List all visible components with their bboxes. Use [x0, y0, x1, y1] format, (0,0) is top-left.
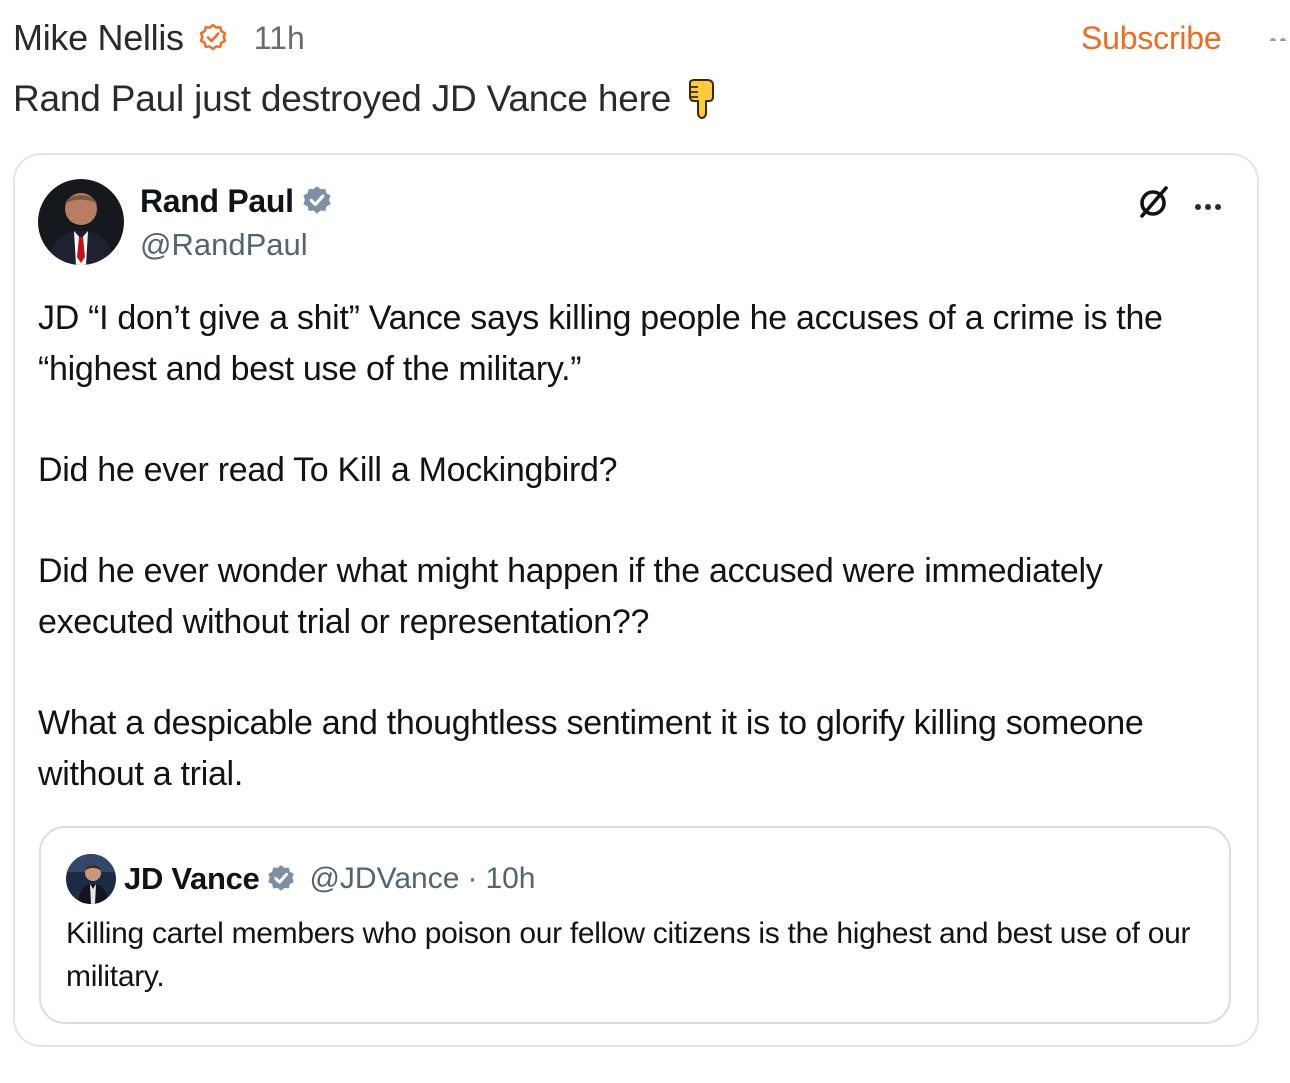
- orange-verified-badge-icon: [198, 23, 228, 53]
- note-body: Rand Paul just destroyed JD Vance here: [13, 74, 719, 124]
- x-logo-icon[interactable]: [1136, 185, 1170, 219]
- tweet-author: Rand Paul: [140, 181, 334, 221]
- more-options-icon[interactable]: [1270, 31, 1290, 41]
- note-header: Mike Nellis 11h: [13, 14, 305, 62]
- note-timestamp[interactable]: 11h: [254, 14, 305, 62]
- tweet-text: JD “I don’t give a shit” Vance says kill…: [38, 293, 1238, 800]
- subscribe-button[interactable]: Subscribe: [1081, 14, 1222, 62]
- tweet-paragraph: JD “I don’t give a shit” Vance says kill…: [38, 299, 1163, 388]
- quoted-author-name[interactable]: JD Vance: [124, 861, 260, 897]
- jd-vance-avatar[interactable]: [66, 854, 116, 904]
- blue-verified-badge-icon: [300, 184, 334, 218]
- quoted-author-handle[interactable]: @JDVance: [309, 862, 459, 896]
- quoted-tweet-text: Killing cartel members who poison our fe…: [66, 917, 1191, 993]
- note-body-text: Rand Paul just destroyed JD Vance here: [13, 78, 672, 119]
- tweet-author-handle[interactable]: @RandPaul: [140, 225, 308, 265]
- note-author-name[interactable]: Mike Nellis: [13, 14, 184, 62]
- quoted-tweet-header: JD Vance @JDVance · 10h: [66, 854, 536, 904]
- tweet-more-icon[interactable]: [1195, 197, 1225, 210]
- tweet-paragraph: What a despicable and thoughtless sentim…: [38, 704, 1144, 793]
- quoted-timestamp[interactable]: 10h: [485, 862, 535, 896]
- pointing-down-emoji-icon: [685, 79, 719, 119]
- quoted-tweet-card[interactable]: JD Vance @JDVance · 10h Killing cartel m…: [39, 826, 1231, 1024]
- tweet-author-name[interactable]: Rand Paul: [140, 183, 294, 220]
- rand-paul-avatar[interactable]: [38, 179, 124, 265]
- tweet-paragraph: Did he ever wonder what might happen if …: [38, 552, 1103, 641]
- embedded-tweet-card[interactable]: Rand Paul @RandPaul JD “I don’t give a s…: [13, 153, 1259, 1047]
- tweet-paragraph: Did he ever read To Kill a Mockingbird?: [38, 451, 618, 489]
- quoted-separator: ·: [467, 862, 478, 895]
- blue-verified-badge-icon: [265, 863, 297, 895]
